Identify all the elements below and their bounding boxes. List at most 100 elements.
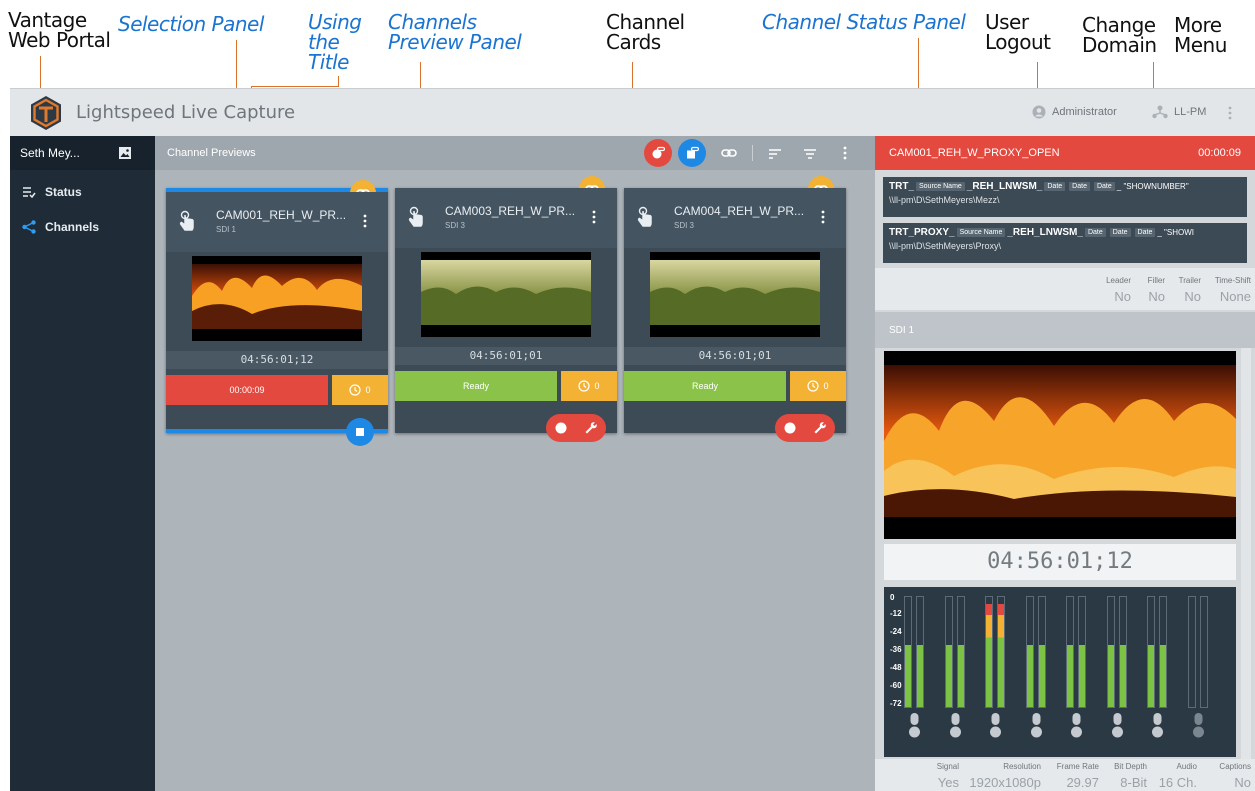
meter-column — [985, 596, 993, 708]
record-status: 00:00:09 — [166, 375, 328, 405]
record-settings-button[interactable] — [546, 414, 606, 442]
change-domain-button[interactable]: LL-PM — [1152, 105, 1206, 119]
selection-panel[interactable]: Seth Mey... — [10, 136, 155, 170]
meter-level — [1160, 645, 1166, 707]
link-icon[interactable] — [721, 146, 737, 165]
annotation-vantage-web-portal: Vantage Web Portal — [8, 10, 111, 52]
app-title[interactable]: Lightspeed Live Capture — [76, 102, 295, 123]
user-logout-button[interactable]: Administrator — [1032, 105, 1117, 119]
channel-thumbnail[interactable] — [192, 256, 362, 341]
sidebar-item-status[interactable]: Status — [10, 177, 155, 207]
channel-card[interactable]: CAM001_REH_W_PR... SDI 1 04:56:01;12 00:… — [166, 180, 388, 446]
channel-status-header: CAM001_REH_W_PROXY_OPEN 00:00:09 — [875, 136, 1255, 170]
selection-label: Seth Mey... — [20, 146, 80, 160]
meter-scale-label: -48 — [890, 663, 902, 672]
token-chip: Date — [1093, 181, 1115, 191]
meter-column — [997, 596, 1005, 708]
image-gallery-icon[interactable] — [118, 146, 132, 160]
card-more-icon[interactable] — [363, 214, 367, 228]
stop-linked-button[interactable] — [678, 139, 706, 167]
target-item[interactable]: TRT_PROXY_ Source Name _REH_LNWSM_ Date Date… — [883, 223, 1247, 263]
channel-timecode: 04:56:01;01 — [395, 347, 617, 365]
volume-knob[interactable] — [1030, 713, 1042, 739]
wrench-icon[interactable] — [813, 421, 827, 435]
meter-column — [956, 596, 965, 708]
more-menu-icon[interactable] — [1228, 106, 1232, 125]
target-prefix: TRT_ — [889, 181, 914, 192]
sort-icon[interactable] — [768, 147, 782, 165]
stop-button[interactable] — [346, 418, 374, 446]
vantage-logo-icon[interactable] — [28, 95, 64, 131]
token-chip: Date — [1134, 227, 1156, 237]
volume-knob[interactable] — [990, 713, 1001, 739]
preview-more-icon[interactable] — [843, 146, 847, 165]
volume-knob[interactable] — [949, 713, 961, 739]
token-chip: Date — [1109, 227, 1131, 237]
record-status: Ready — [624, 371, 786, 401]
option-value: No — [1114, 289, 1131, 304]
scrollbar[interactable] — [1241, 348, 1251, 762]
record-icon[interactable] — [555, 422, 567, 434]
filter-icon[interactable] — [803, 147, 817, 165]
volume-knob[interactable] — [1192, 713, 1204, 739]
wrench-icon[interactable] — [584, 421, 598, 435]
record-linked-button[interactable] — [644, 139, 672, 167]
channel-card[interactable]: CAM003_REH_W_PR... SDI 3 04:56:01;01 Rea… — [395, 176, 617, 442]
info-label: Audio — [1176, 762, 1197, 771]
schedule-button[interactable]: 0 — [332, 375, 388, 405]
meter-column — [1066, 596, 1074, 708]
meter-column — [1037, 596, 1046, 708]
channel-name: CAM003_REH_W_PR... — [445, 204, 576, 218]
info-value: Yes — [937, 775, 959, 790]
meter-level — [917, 645, 923, 707]
record-icon[interactable] — [784, 422, 796, 434]
channel-timecode: 04:56:01;01 — [624, 347, 846, 365]
info-value: 1920x1080p — [969, 775, 1041, 790]
touch-icon — [408, 206, 423, 227]
annotation-selection-panel: Selection Panel — [118, 12, 264, 36]
panel-title: Channel Previews — [167, 147, 256, 159]
card-more-icon[interactable] — [592, 210, 596, 224]
annotation-channels-preview-panel: Channels Preview Panel — [388, 12, 522, 52]
info-label: Bit Depth — [1114, 762, 1147, 771]
record-settings-button[interactable] — [775, 414, 835, 442]
volume-knob[interactable] — [1111, 713, 1123, 739]
channel-thumbnail[interactable] — [650, 252, 820, 337]
touch-icon — [637, 206, 652, 227]
meter-column — [1025, 596, 1034, 708]
schedule-count: 0 — [823, 381, 829, 391]
target-tail: _ "SHOWI — [1157, 228, 1194, 237]
annotation-line: Web Portal — [8, 28, 111, 52]
card-more-icon[interactable] — [821, 210, 825, 224]
meter-scale-label: -60 — [890, 681, 902, 690]
meter-level — [1026, 645, 1033, 707]
status-channel-name: CAM001_REH_W_PROXY_OPEN — [889, 147, 1060, 159]
annotation-line: Channel — [606, 10, 685, 34]
channel-card[interactable]: CAM004_REH_W_PR... SDI 3 04:56:01;01 Rea… — [624, 176, 846, 442]
sidebar-item-channels[interactable]: Channels — [10, 212, 155, 242]
meter-column — [1199, 596, 1208, 708]
target-item[interactable]: TRT_ Source Name _REH_LNWSM_ Date Date Date _ … — [883, 177, 1247, 217]
info-value: No — [1234, 775, 1251, 790]
channel-video-preview[interactable] — [884, 351, 1236, 539]
volume-knob[interactable] — [1071, 713, 1082, 739]
channel-thumbnail[interactable] — [421, 252, 591, 337]
schedule-button[interactable]: 0 — [790, 371, 846, 401]
domain-label: LL-PM — [1174, 106, 1207, 118]
user-icon — [1032, 105, 1046, 119]
sidebar: Seth Mey... Status Channels — [10, 136, 155, 791]
schedule-button[interactable]: 0 — [561, 371, 617, 401]
annotation-line: User — [985, 10, 1029, 34]
target-mid: _REH_LNWSM_ — [1007, 227, 1083, 238]
annotation-user-logout: User Logout — [985, 10, 1051, 52]
meter-level — [905, 645, 911, 707]
meter-column — [904, 596, 912, 708]
schedule-count: 0 — [365, 385, 371, 395]
annotation-line: Using — [308, 10, 362, 34]
meter-scale-label: -12 — [890, 609, 902, 618]
signal-info: Signal Yes Resolution 1920x1080p Frame R… — [875, 759, 1255, 791]
option-value: No — [1184, 289, 1201, 304]
volume-knob[interactable] — [909, 713, 920, 739]
volume-knob[interactable] — [1152, 713, 1163, 739]
channel-timecode: 04:56:01;12 — [166, 351, 388, 369]
